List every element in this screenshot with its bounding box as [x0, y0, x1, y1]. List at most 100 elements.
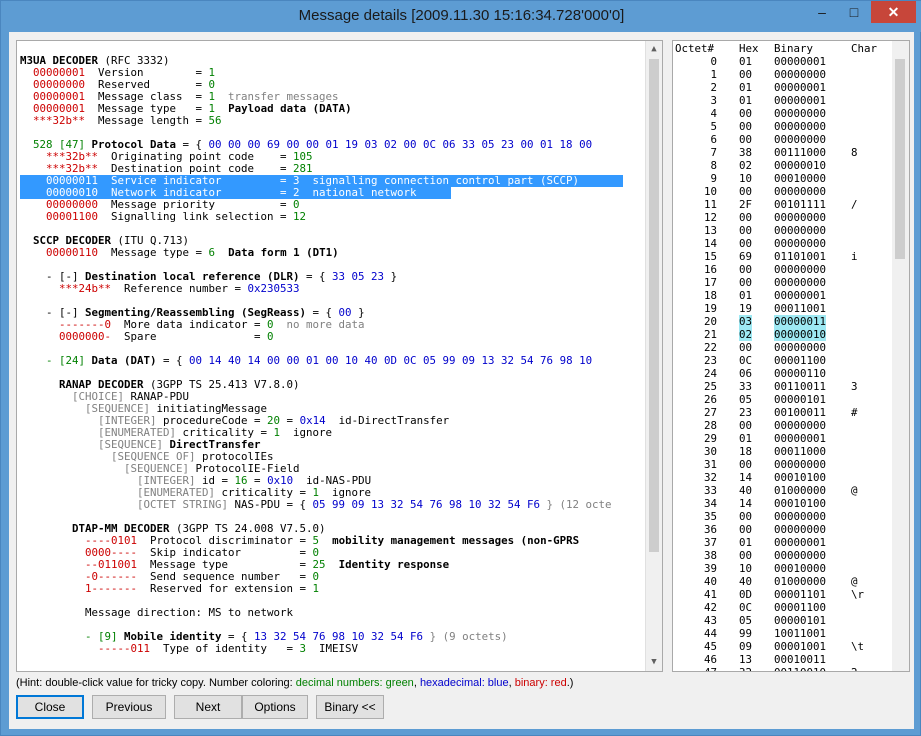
- binary-table-row[interactable]: 42 0C 00001100: [673, 601, 893, 614]
- decoder-line[interactable]: 1------- Reserved for extension = 1: [20, 583, 645, 595]
- binary-table-row[interactable]: 35 00 00000000: [673, 510, 893, 523]
- decoder-line[interactable]: ***32b** Originating point code = 105: [20, 151, 645, 163]
- binary-table-row[interactable]: 15 69 01101001 i: [673, 250, 893, 263]
- decoder-line[interactable]: [20, 595, 645, 607]
- binary-table-row[interactable]: 22 00 00000000: [673, 341, 893, 354]
- decoder-line[interactable]: 00001100 Signalling link selection = 12: [20, 211, 645, 223]
- decoder-line[interactable]: -0------ Send sequence number = 0: [20, 571, 645, 583]
- decoder-line[interactable]: - [-] Destination local reference (DLR) …: [20, 271, 645, 283]
- decoder-line[interactable]: [20, 511, 645, 523]
- binary-table-row[interactable]: 36 00 00000000: [673, 523, 893, 536]
- binary-table-row[interactable]: 45 09 00001001 \t: [673, 640, 893, 653]
- binary-table-row[interactable]: 37 01 00000001: [673, 536, 893, 549]
- binary-table-row[interactable]: 46 13 00010011: [673, 653, 893, 666]
- binary-table-row[interactable]: 21 02 00000010: [673, 328, 893, 341]
- binary-table-row[interactable]: 6 00 00000000: [673, 133, 893, 146]
- decoder-line[interactable]: [20, 223, 645, 235]
- decoder-scroll-thumb[interactable]: [649, 59, 659, 552]
- binary-table-row[interactable]: 12 00 00000000: [673, 211, 893, 224]
- decoder-line[interactable]: 00000000 Message priority = 0: [20, 199, 645, 211]
- decoder-line[interactable]: [SEQUENCE OF] protocolIEs: [20, 451, 645, 463]
- decoder-line[interactable]: 00000110 Message type = 6 Data form 1 (D…: [20, 247, 645, 259]
- binary-table-row[interactable]: 40 40 01000000 @: [673, 575, 893, 588]
- decoder-line[interactable]: [SEQUENCE] ProtocolIE-Field: [20, 463, 645, 475]
- binary-table-row[interactable]: 27 23 00100011 #: [673, 406, 893, 419]
- decoder-line[interactable]: [ENUMERATED] criticality = 1 ignore: [20, 427, 645, 439]
- decoder-line[interactable]: -------0 More data indicator = 0 no more…: [20, 319, 645, 331]
- binary-table-row[interactable]: 13 00 00000000: [673, 224, 893, 237]
- decoder-line[interactable]: ***24b** Reference number = 0x230533: [20, 283, 645, 295]
- binary-table-row[interactable]: 19 19 00011001: [673, 302, 893, 315]
- scroll-down-arrow-icon[interactable]: ▼: [646, 654, 662, 671]
- binary-table-row[interactable]: 16 00 00000000: [673, 263, 893, 276]
- binary-table-row[interactable]: 17 00 00000000: [673, 276, 893, 289]
- binary-table-row[interactable]: 11 2F 00101111 /: [673, 198, 893, 211]
- binary-table-row[interactable]: 14 00 00000000: [673, 237, 893, 250]
- maximize-button[interactable]: □: [839, 1, 869, 23]
- decoder-line[interactable]: [20, 343, 645, 355]
- binary-table-row[interactable]: 43 05 00000101: [673, 614, 893, 627]
- decoder-vertical-scrollbar[interactable]: ▲ ▼: [645, 41, 662, 671]
- decoder-line[interactable]: [20, 295, 645, 307]
- binary-table-row[interactable]: 8 02 00000010: [673, 159, 893, 172]
- decoder-line[interactable]: ***32b** Destination point code = 281: [20, 163, 645, 175]
- binary-table-pane[interactable]: Octet# Hex Binary Char 0 01 00000001 1 00 000…: [672, 40, 910, 672]
- binary-table-row[interactable]: 25 33 00110011 3: [673, 380, 893, 393]
- decoder-line[interactable]: DTAP-MM DECODER (3GPP TS 24.008 V7.5.0): [20, 523, 645, 535]
- binary-table-row[interactable]: 26 05 00000101: [673, 393, 893, 406]
- binary-table-row[interactable]: 20 03 00000011: [673, 315, 893, 328]
- decoder-line[interactable]: - [9] Mobile identity = { 13 32 54 76 98…: [20, 631, 645, 643]
- binary-table-row[interactable]: 0 01 00000001: [673, 55, 893, 68]
- binary-vertical-scrollbar[interactable]: [892, 41, 909, 671]
- binary-toggle-button[interactable]: Binary <<: [316, 695, 384, 719]
- decoder-line[interactable]: SCCP DECODER (ITU Q.713): [20, 235, 645, 247]
- close-button[interactable]: Close: [16, 695, 84, 719]
- decoder-line[interactable]: ***32b** Message length = 56: [20, 115, 645, 127]
- decoder-line[interactable]: 528 [47] Protocol Data = { 00 00 00 69 0…: [20, 139, 645, 151]
- decoder-line[interactable]: 0000---- Skip indicator = 0: [20, 547, 645, 559]
- decoder-line[interactable]: 00000001 Message type = 1 Payload data (…: [20, 103, 645, 115]
- binary-table-row[interactable]: 31 00 00000000: [673, 458, 893, 471]
- binary-table-row[interactable]: 10 00 00000000: [673, 185, 893, 198]
- binary-scroll-thumb[interactable]: [895, 59, 905, 259]
- binary-table-row[interactable]: 34 14 00010100: [673, 497, 893, 510]
- decoder-line[interactable]: [INTEGER] procedureCode = 20 = 0x14 id-D…: [20, 415, 645, 427]
- decoder-line[interactable]: 0000000- Spare = 0: [20, 331, 645, 343]
- binary-table-row[interactable]: 30 18 00011000: [673, 445, 893, 458]
- binary-table-row[interactable]: 47 32 00110010 2: [673, 666, 893, 671]
- binary-table-row[interactable]: 9 10 00010000: [673, 172, 893, 185]
- binary-table[interactable]: Octet# Hex Binary Char 0 01 00000001 1 00 000…: [673, 42, 893, 671]
- binary-table-row[interactable]: 32 14 00010100: [673, 471, 893, 484]
- decoder-line[interactable]: [20, 127, 645, 139]
- binary-table-row[interactable]: 3 01 00000001: [673, 94, 893, 107]
- decoder-line[interactable]: M3UA DECODER (RFC 3332): [20, 55, 645, 67]
- decoder-line[interactable]: [20, 259, 645, 271]
- binary-table-row[interactable]: 29 01 00000001: [673, 432, 893, 445]
- close-window-button[interactable]: ✕: [871, 1, 916, 23]
- decoder-line[interactable]: - [24] Data (DAT) = { 00 14 40 14 00 00 …: [20, 355, 645, 367]
- decoder-text-pane[interactable]: M3UA DECODER (RFC 3332) 00000001 Version…: [16, 40, 663, 672]
- decoder-output[interactable]: M3UA DECODER (RFC 3332) 00000001 Version…: [20, 55, 645, 655]
- previous-button[interactable]: Previous: [92, 695, 166, 719]
- decoder-line[interactable]: 00000010 Network indicator = 2 national …: [20, 187, 451, 199]
- decoder-line[interactable]: [INTEGER] id = 16 = 0x10 id-NAS-PDU: [20, 475, 645, 487]
- binary-table-row[interactable]: 7 38 00111000 8: [673, 146, 893, 159]
- binary-table-row[interactable]: 1 00 00000000: [673, 68, 893, 81]
- next-button[interactable]: Next: [174, 695, 242, 719]
- minimize-button[interactable]: –: [807, 1, 837, 23]
- decoder-line[interactable]: 00000001 Message class = 1 transfer mess…: [20, 91, 645, 103]
- binary-table-row[interactable]: 39 10 00010000: [673, 562, 893, 575]
- scroll-up-arrow-icon[interactable]: ▲: [646, 41, 662, 58]
- binary-table-row[interactable]: 18 01 00000001: [673, 289, 893, 302]
- decoder-line[interactable]: [20, 619, 645, 631]
- decoder-line[interactable]: 00000011 Service indicator = 3 signallin…: [20, 175, 623, 187]
- decoder-line[interactable]: [SEQUENCE] DirectTransfer: [20, 439, 645, 451]
- options-button[interactable]: Options: [242, 695, 308, 719]
- decoder-line[interactable]: 00000001 Version = 1: [20, 67, 645, 79]
- binary-table-row[interactable]: 41 0D 00001101 \r: [673, 588, 893, 601]
- decoder-line[interactable]: ----0101 Protocol discriminator = 5 mobi…: [20, 535, 645, 547]
- binary-table-row[interactable]: 24 06 00000110: [673, 367, 893, 380]
- decoder-line[interactable]: - [-] Segmenting/Reassembling (SegReass)…: [20, 307, 645, 319]
- decoder-line[interactable]: [ENUMERATED] criticality = 1 ignore: [20, 487, 645, 499]
- decoder-line[interactable]: [CHOICE] RANAP-PDU: [20, 391, 645, 403]
